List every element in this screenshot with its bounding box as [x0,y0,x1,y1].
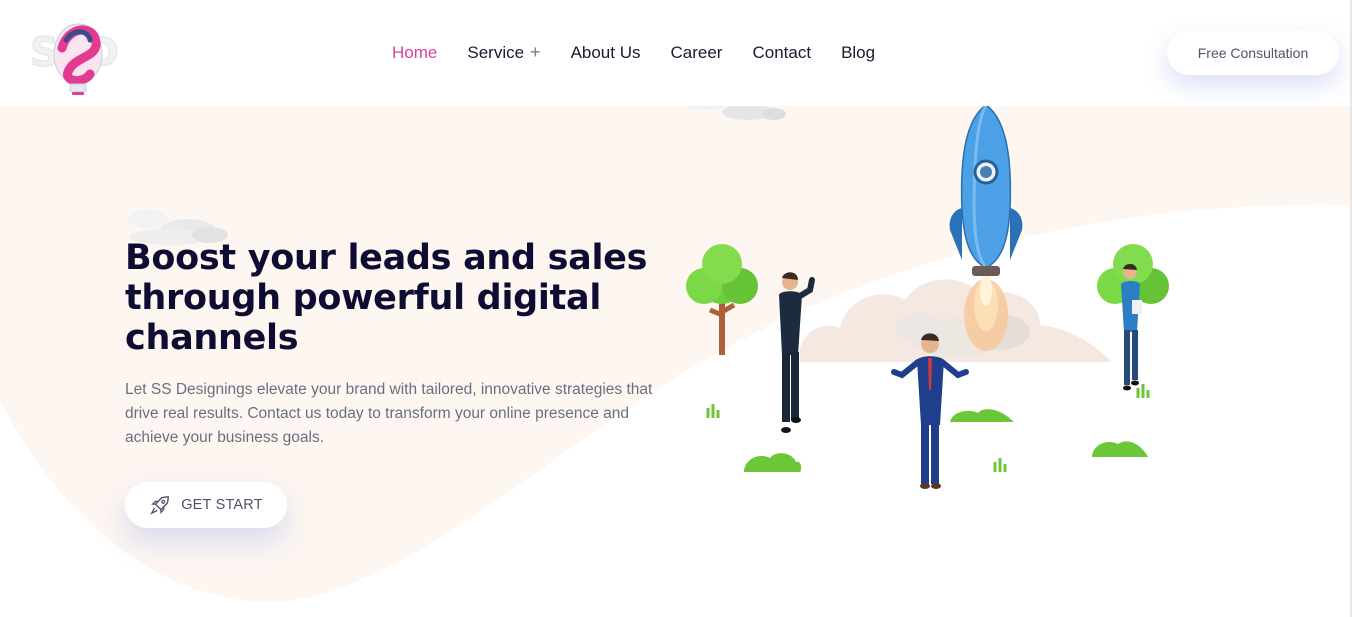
tree-icon [686,244,758,355]
free-consultation-label: Free Consultation [1197,45,1309,61]
hero-title-line-1: Boost your leads and sales [125,238,648,278]
free-consultation-button[interactable]: Free Consultation [1167,31,1339,75]
bush-icon [744,409,1148,472]
nav-about-us[interactable]: About Us [571,43,641,63]
hero-title-line-3: channels [125,318,299,358]
main-nav: Home Service + About Us Career Contact Bl… [392,42,905,63]
nav-career-label: Career [670,42,723,62]
nav-home-label: Home [392,42,438,62]
hero-description: Let SS Designings elevate your brand wit… [125,381,653,446]
rocket-icon [150,496,170,515]
nav-service[interactable]: Service + [467,42,540,63]
nav-contact-label: Contact [752,42,812,62]
site-logo[interactable]: SSD [28,18,128,96]
nav-service-label: Service [467,42,525,62]
nav-contact[interactable]: Contact [752,43,811,63]
get-start-label: GET START [181,497,263,513]
hero-title: Boost your leads and sales through power… [125,238,665,358]
logo-icon: SSD [30,23,120,95]
get-start-button[interactable]: GET START [125,482,287,528]
hero-title-line-2: through powerful digital [125,278,602,318]
nav-blog[interactable]: Blog [841,43,875,63]
site-header: SSD Home Service+ About Us Career Contac… [0,0,1352,106]
plus-icon: + [530,42,541,62]
nav-about-label: About Us [570,42,641,62]
rocket-icon [949,104,1023,276]
businessman-right-icon [1121,263,1142,391]
rocket-flame-icon [964,274,1008,351]
hero-text-block: Boost your leads and sales through power… [125,238,665,466]
nav-home[interactable]: Home [392,43,437,63]
nav-blog-label: Blog [841,42,876,62]
nav-career[interactable]: Career [671,43,723,63]
smoke-cloud-icon [799,279,1112,362]
rocket-launch-illustration [686,104,1169,489]
